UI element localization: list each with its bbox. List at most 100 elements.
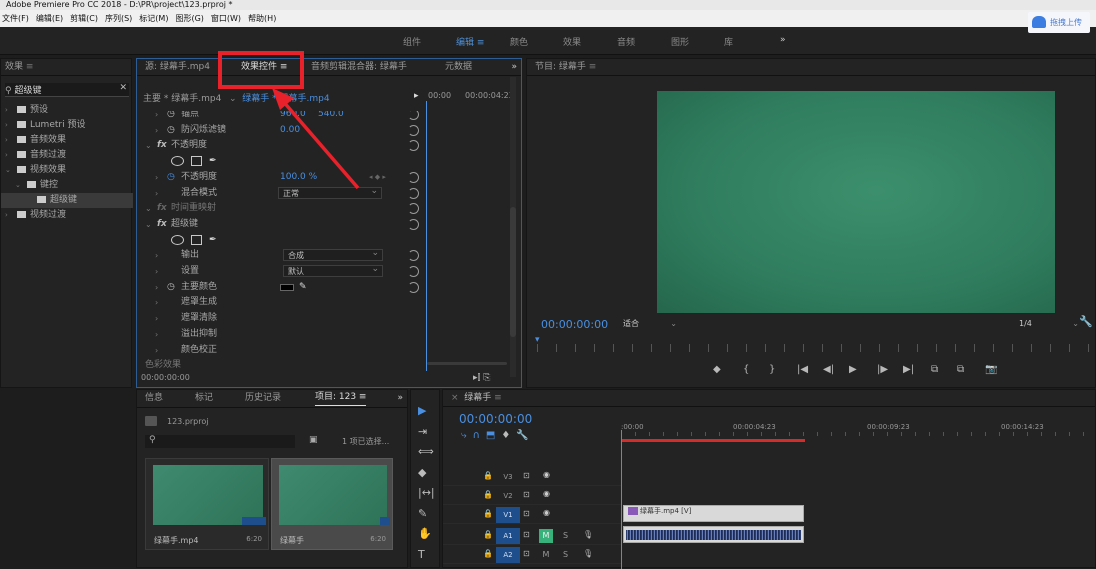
reset-icon[interactable] — [408, 218, 419, 230]
sync-icon[interactable]: ⊡ — [523, 549, 530, 558]
effects-tree-item[interactable]: › 音频过渡 — [1, 148, 133, 163]
project-search-input[interactable]: ⚲ — [145, 435, 295, 448]
transport-button[interactable]: { — [743, 364, 749, 375]
transport-button[interactable]: ⧉ — [931, 364, 938, 375]
eye-icon[interactable]: ◉ — [543, 508, 550, 517]
clip-thumb-2[interactable]: 绿幕手 6:20 — [271, 458, 393, 550]
sync-icon[interactable]: ⊡ — [523, 471, 530, 480]
reset-icon[interactable] — [408, 187, 419, 199]
menu-item[interactable]: 序列(S) — [105, 14, 132, 23]
transport-button[interactable]: |▶ — [877, 364, 888, 375]
reset-icon[interactable] — [408, 171, 419, 183]
workspace-tab[interactable]: 效果 — [563, 35, 581, 48]
mic-icon[interactable]: 🎙 — [583, 549, 593, 558]
stopwatch-icon[interactable]: ◷ — [167, 280, 175, 295]
color-swatch[interactable] — [280, 283, 294, 291]
project-tab[interactable]: 项目: 123 ≡ — [315, 390, 367, 406]
tool-button[interactable]: ✎ — [418, 507, 427, 520]
ec-dropdown[interactable]: 合成 — [283, 248, 383, 262]
menu-item[interactable]: 文件(F) — [2, 14, 29, 23]
lock-icon[interactable]: 🔒 — [483, 549, 493, 558]
stopwatch-icon[interactable]: ◷ — [167, 111, 175, 122]
fit-dropdown[interactable]: 适合 ⌄ — [621, 317, 679, 330]
transport-button[interactable]: } — [769, 364, 775, 375]
lock-icon[interactable]: 🔒 — [483, 509, 493, 518]
project-tab[interactable]: 标记 — [195, 390, 213, 407]
transport-button[interactable]: ▶ — [849, 364, 857, 375]
stopwatch-icon[interactable]: ◷ — [167, 170, 175, 185]
reset-icon[interactable] — [408, 281, 419, 293]
eye-icon[interactable]: ◉ — [543, 489, 550, 498]
reset-icon[interactable] — [408, 266, 419, 277]
rect-mask-icon[interactable] — [191, 156, 202, 167]
reset-icon[interactable] — [408, 250, 419, 262]
transport-button[interactable]: |◀ — [797, 364, 808, 375]
transport-button[interactable]: ▶| — [903, 364, 914, 375]
workspace-tab[interactable]: 音频 — [617, 35, 635, 48]
tool-button[interactable]: ⇥ — [418, 425, 427, 438]
resolution-dropdown[interactable]: 1/4 ⌄ — [1019, 317, 1081, 330]
workspace-tab[interactable]: 颜色 — [510, 35, 528, 48]
program-playhead[interactable]: ▾ — [535, 335, 543, 347]
tool-button[interactable]: |↔| — [418, 486, 435, 499]
solo-button[interactable]: S — [563, 529, 568, 543]
effects-tree-item[interactable]: ⌄ 键控 — [1, 178, 133, 193]
effects-tree-item[interactable]: 超级键 — [1, 193, 133, 208]
rect-mask-icon[interactable] — [191, 234, 202, 245]
lock-icon[interactable]: 🔒 — [483, 471, 493, 480]
menu-item[interactable]: 帮助(H) — [248, 14, 276, 23]
ellipse-mask-icon[interactable] — [171, 156, 184, 167]
tool-button[interactable]: ▶ — [418, 404, 426, 417]
sync-icon[interactable]: ⊡ — [523, 509, 530, 518]
project-tab[interactable]: 历史记录 — [245, 390, 281, 407]
ec-dropdown[interactable]: 默认 — [283, 264, 383, 277]
sync-icon[interactable]: ⊡ — [523, 490, 530, 499]
menu-item[interactable]: 标记(M) — [139, 14, 168, 23]
workspace-tab[interactable]: 组件 — [403, 35, 421, 48]
eye-icon[interactable]: ◉ — [543, 470, 550, 479]
project-tab[interactable]: 信息 — [145, 390, 163, 407]
play-icon[interactable]: ▸ — [414, 91, 419, 101]
ellipse-mask-icon[interactable] — [171, 234, 184, 245]
tool-button[interactable]: ◆ — [418, 466, 426, 479]
ec-tab[interactable]: 音频剪辑混合器: 绿幕手 — [311, 59, 407, 75]
track-name[interactable]: A2 — [496, 547, 520, 563]
effects-tree-item[interactable]: › Lumetri 预设 — [1, 118, 133, 133]
clip-thumb-1[interactable]: 绿幕手.mp4 6:20 — [145, 458, 269, 550]
video-frame[interactable] — [657, 91, 1055, 313]
ec-more[interactable]: » — [511, 59, 517, 75]
upload-button[interactable]: 拖拽上传 — [1028, 12, 1090, 33]
ec-tab[interactable]: 源: 绿幕手.mp4 — [145, 59, 210, 75]
workspace-more[interactable]: » — [780, 35, 786, 45]
menu-item[interactable]: 编辑(E) — [36, 14, 63, 23]
reset-icon[interactable] — [408, 203, 419, 215]
workspace-tab[interactable]: 编辑 ≡ — [456, 35, 484, 48]
program-timecode[interactable]: 00:00:00:00 — [541, 318, 608, 331]
pen-mask-icon[interactable]: ✒ — [209, 154, 217, 169]
track-name[interactable]: V1 — [496, 507, 520, 523]
effects-tree-item[interactable]: › 音频效果 — [1, 133, 133, 148]
project-more[interactable]: » — [397, 390, 403, 407]
effects-tree-item[interactable]: ⌄ 视频效果 — [1, 163, 133, 178]
tool-button[interactable]: ✋ — [418, 527, 432, 540]
reset-icon[interactable] — [408, 124, 419, 136]
reset-icon[interactable] — [408, 111, 419, 120]
tool-button[interactable]: ⟺ — [418, 445, 434, 458]
stopwatch-icon[interactable]: ◷ — [167, 123, 175, 138]
menu-item[interactable]: 图形(G) — [175, 14, 203, 23]
lock-icon[interactable]: 🔒 — [483, 490, 493, 499]
ec-tab[interactable]: 元数据 — [445, 59, 472, 75]
mic-icon[interactable]: 🎙 — [583, 530, 593, 539]
ec-export-icon[interactable]: ▸⫿ ⎘ — [473, 373, 490, 383]
track-name[interactable]: V2 — [496, 488, 520, 504]
video-clip[interactable]: 绿幕手.mp4 [V] — [623, 505, 804, 522]
effects-search-input[interactable]: ⚲ 超级键 ✕ — [5, 83, 129, 97]
pen-mask-icon[interactable]: ✒ — [209, 233, 217, 248]
track-name[interactable]: A1 — [496, 528, 520, 544]
transport-button[interactable]: 📷 — [985, 364, 997, 375]
effects-tree-item[interactable]: › 预设 — [1, 103, 133, 118]
transport-button[interactable]: ◆ — [713, 364, 721, 375]
track-name[interactable]: V3 — [496, 469, 520, 485]
sync-icon[interactable]: ⊡ — [523, 530, 530, 539]
transport-button[interactable]: ◀| — [823, 364, 834, 375]
